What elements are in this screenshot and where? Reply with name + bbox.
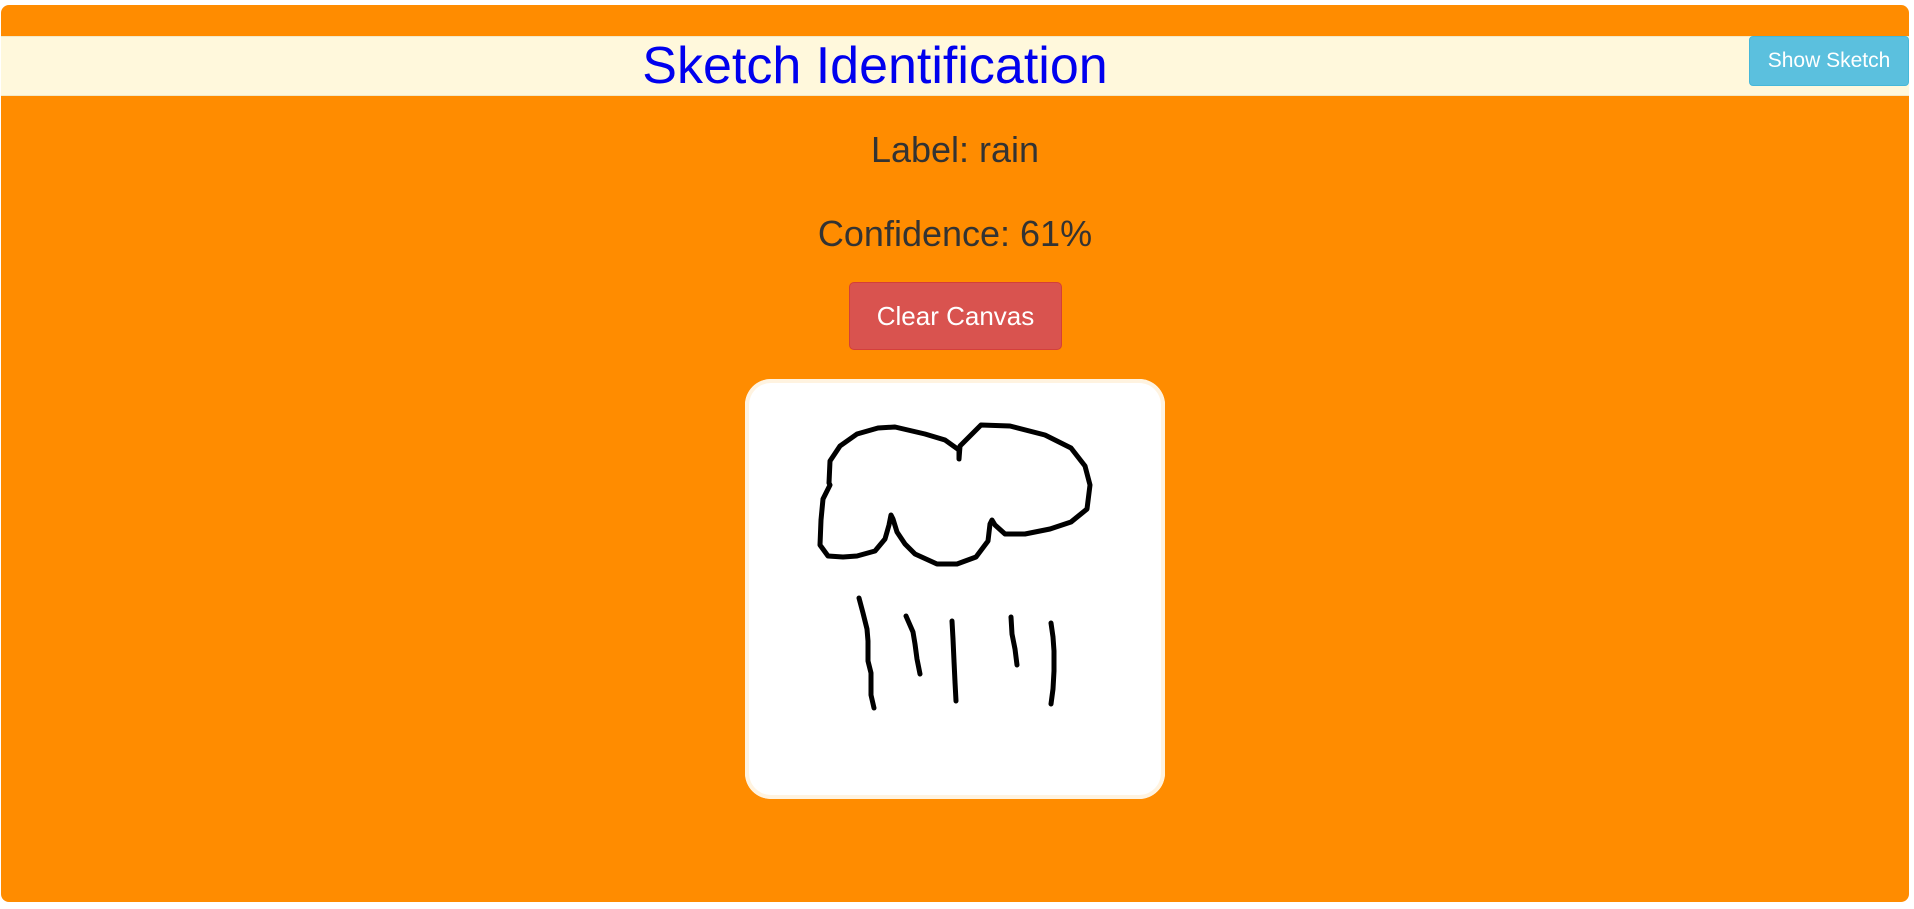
show-sketch-button[interactable]: Show Sketch (1749, 36, 1909, 86)
cloud-stroke (817, 422, 1093, 567)
rain-drop-5 (1048, 620, 1057, 707)
rain-drop-2 (903, 613, 923, 677)
rain-drop-3 (949, 618, 959, 704)
drawing-canvas[interactable] (745, 379, 1165, 799)
sketch-drawing (817, 422, 1093, 711)
prediction-confidence: Confidence: 61% (817, 213, 1093, 254)
rain-drop-1 (856, 595, 877, 711)
page-title: Sketch Identification (642, 37, 1108, 95)
prediction-label: Label: rain (870, 129, 1040, 170)
rain-drop-4 (1008, 614, 1020, 668)
clear-canvas-button[interactable]: Clear Canvas (849, 282, 1062, 350)
header-bar: Sketch Identification Show Sketch (1, 36, 1909, 96)
app-background: Sketch Identification Show Sketch Label:… (1, 5, 1909, 902)
